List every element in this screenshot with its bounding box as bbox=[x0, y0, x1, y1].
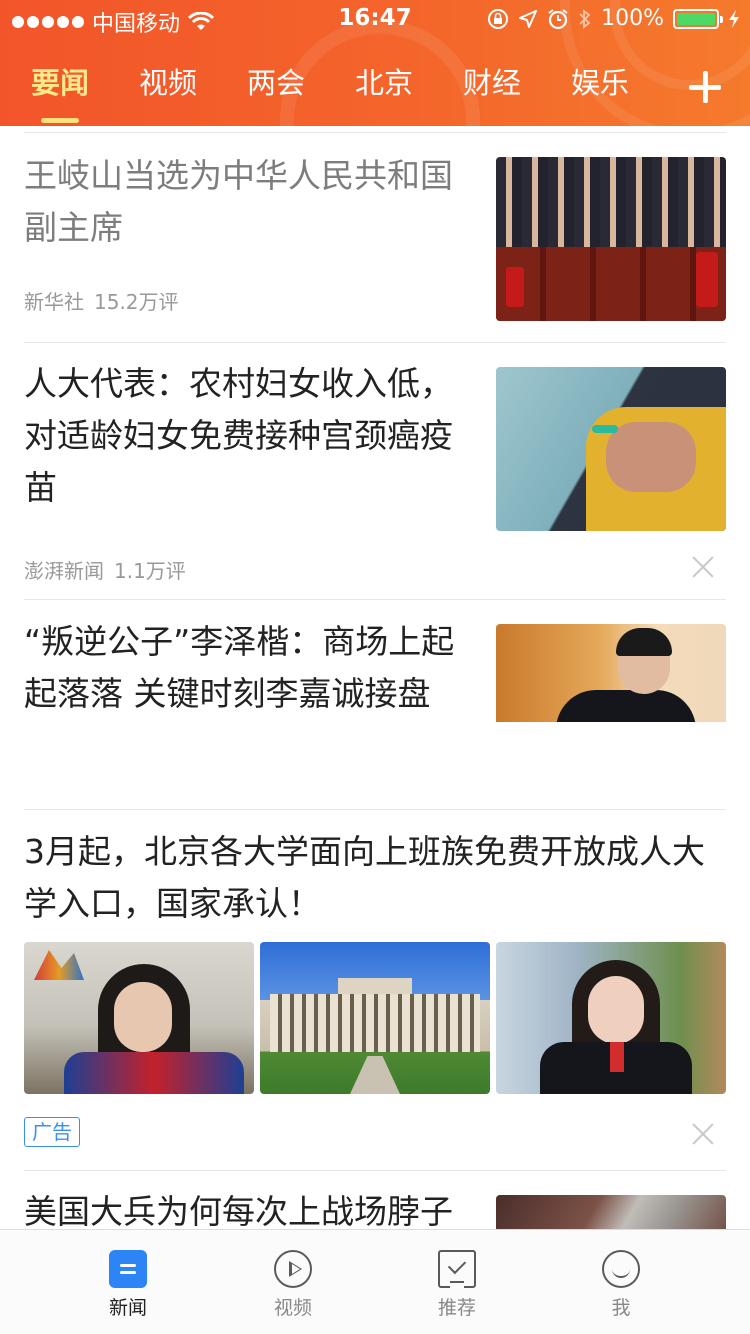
news-title[interactable]: “叛逆公子”李泽楷：商场上起 起落落 关键时刻李嘉诚接盘 bbox=[24, 616, 484, 720]
nav-recommend[interactable]: 推荐 bbox=[397, 1230, 517, 1334]
add-channel-icon[interactable] bbox=[686, 68, 724, 106]
news-source: 澎湃新闻 bbox=[24, 559, 104, 583]
comment-count: 1.1万评 bbox=[114, 559, 186, 583]
news-title-line: 对适龄妇女免费接种宫颈癌疫 bbox=[24, 416, 453, 455]
channel-tabs: 要闻 视频 两会 北京 财经 娱乐 bbox=[0, 52, 750, 123]
nav-label: 推荐 bbox=[437, 1297, 476, 1319]
news-title[interactable]: 人大代表：农村妇女收入低， 对适龄妇女免费接种宫颈癌疫 苗 bbox=[24, 358, 484, 514]
app-header: 中国移动 16:47 100% 要闻 视频 两会 北京 财经 娱乐 bbox=[0, 0, 750, 126]
news-thumbnail[interactable] bbox=[496, 1195, 726, 1229]
news-meta: 新华社 15.2万评 bbox=[24, 286, 179, 315]
news-title[interactable]: 王岐山当选为中华人民共和国 副主席 bbox=[24, 150, 474, 254]
tab-headlines[interactable]: 要闻 bbox=[12, 60, 108, 102]
news-thumbnail[interactable] bbox=[496, 157, 726, 321]
divider bbox=[24, 132, 726, 133]
battery-percent: 100% bbox=[601, 6, 664, 31]
news-title-line: 起落落 关键时刻李嘉诚接盘 bbox=[24, 674, 431, 713]
comment-count: 15.2万评 bbox=[94, 290, 179, 314]
ad-thumbnail[interactable] bbox=[24, 942, 254, 1094]
nav-label: 新闻 bbox=[108, 1297, 147, 1319]
news-thumbnail[interactable] bbox=[496, 624, 726, 722]
status-bar: 中国移动 16:47 100% bbox=[0, 0, 750, 40]
nav-label: 我 bbox=[611, 1297, 631, 1319]
ad-thumbnail[interactable] bbox=[496, 942, 726, 1094]
alarm-icon bbox=[548, 8, 568, 29]
news-title-line: 美国大兵为何每次上战场脖子 bbox=[24, 1192, 453, 1229]
news-title-line: 学入口，国家承认！ bbox=[24, 884, 321, 923]
ad-thumbnail[interactable] bbox=[260, 942, 490, 1094]
rotation-lock-icon bbox=[488, 8, 509, 29]
bluetooth-icon bbox=[579, 8, 591, 29]
dismiss-icon[interactable] bbox=[691, 555, 715, 579]
news-title-line: 副主席 bbox=[24, 208, 123, 247]
news-title[interactable]: 美国大兵为何每次上战场脖子 bbox=[24, 1186, 484, 1229]
divider bbox=[24, 599, 726, 600]
charging-bolt-icon bbox=[729, 9, 739, 28]
news-title-line: 王岐山当选为中华人民共和国 bbox=[24, 156, 453, 195]
news-source: 新华社 bbox=[24, 290, 84, 314]
tab-finance[interactable]: 财经 bbox=[444, 60, 540, 102]
nav-news[interactable]: 新闻 bbox=[68, 1230, 188, 1334]
tab-two-sessions[interactable]: 两会 bbox=[228, 60, 324, 102]
active-tab-indicator bbox=[41, 118, 79, 123]
news-thumbnail[interactable] bbox=[496, 367, 726, 531]
tab-entertainment[interactable]: 娱乐 bbox=[552, 60, 648, 102]
ad-badge: 广告 bbox=[24, 1117, 80, 1147]
divider bbox=[24, 1170, 726, 1171]
location-arrow-icon bbox=[519, 9, 538, 28]
divider bbox=[24, 809, 726, 810]
news-title-line: “叛逆公子”李泽楷：商场上起 bbox=[24, 622, 455, 661]
tab-beijing[interactable]: 北京 bbox=[336, 60, 432, 102]
smiley-icon bbox=[602, 1250, 640, 1288]
news-title-line: 3月起，北京各大学面向上班族免费开放成人大 bbox=[24, 832, 705, 871]
battery-icon bbox=[673, 8, 723, 29]
dismiss-icon[interactable] bbox=[691, 1122, 715, 1146]
nav-video[interactable]: 视频 bbox=[233, 1230, 353, 1334]
news-title-line: 人大代表：农村妇女收入低， bbox=[24, 364, 453, 403]
bottom-tab-bar: 新闻 视频 推荐 我 bbox=[0, 1229, 750, 1334]
tab-video[interactable]: 视频 bbox=[120, 60, 216, 102]
news-title-line: 苗 bbox=[24, 468, 57, 507]
divider bbox=[24, 342, 726, 343]
nav-label: 视频 bbox=[273, 1297, 312, 1319]
recommend-icon bbox=[438, 1250, 476, 1288]
news-feed[interactable]: 王岐山当选为中华人民共和国 副主席 新华社 15.2万评 人大代表：农村妇女收入低… bbox=[0, 126, 750, 1229]
news-icon bbox=[109, 1250, 147, 1288]
nav-me[interactable]: 我 bbox=[561, 1230, 681, 1334]
news-title[interactable]: 3月起，北京各大学面向上班族免费开放成人大 学入口，国家承认！ bbox=[24, 826, 734, 930]
play-icon bbox=[274, 1250, 312, 1288]
news-meta: 澎湃新闻 1.1万评 bbox=[24, 555, 186, 584]
